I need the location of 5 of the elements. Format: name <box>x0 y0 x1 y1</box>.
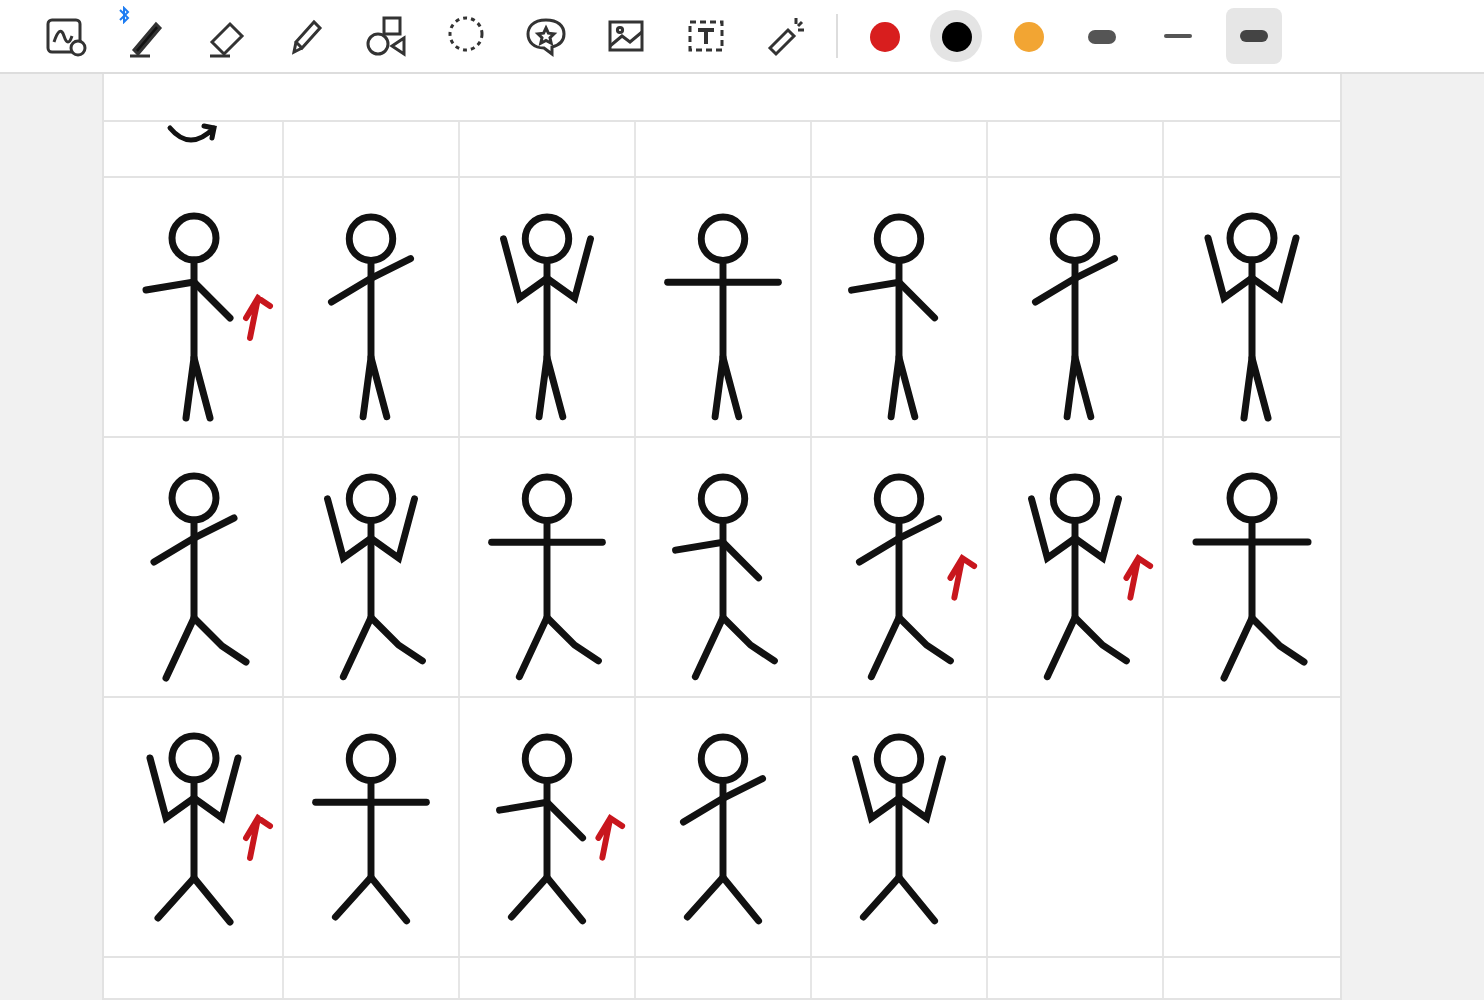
stroke-width-option[interactable] <box>1226 8 1282 64</box>
laser-pointer-icon <box>762 12 810 60</box>
color-swatch[interactable] <box>930 10 982 62</box>
shapes-icon <box>362 12 410 60</box>
bluetooth-icon <box>118 6 130 24</box>
